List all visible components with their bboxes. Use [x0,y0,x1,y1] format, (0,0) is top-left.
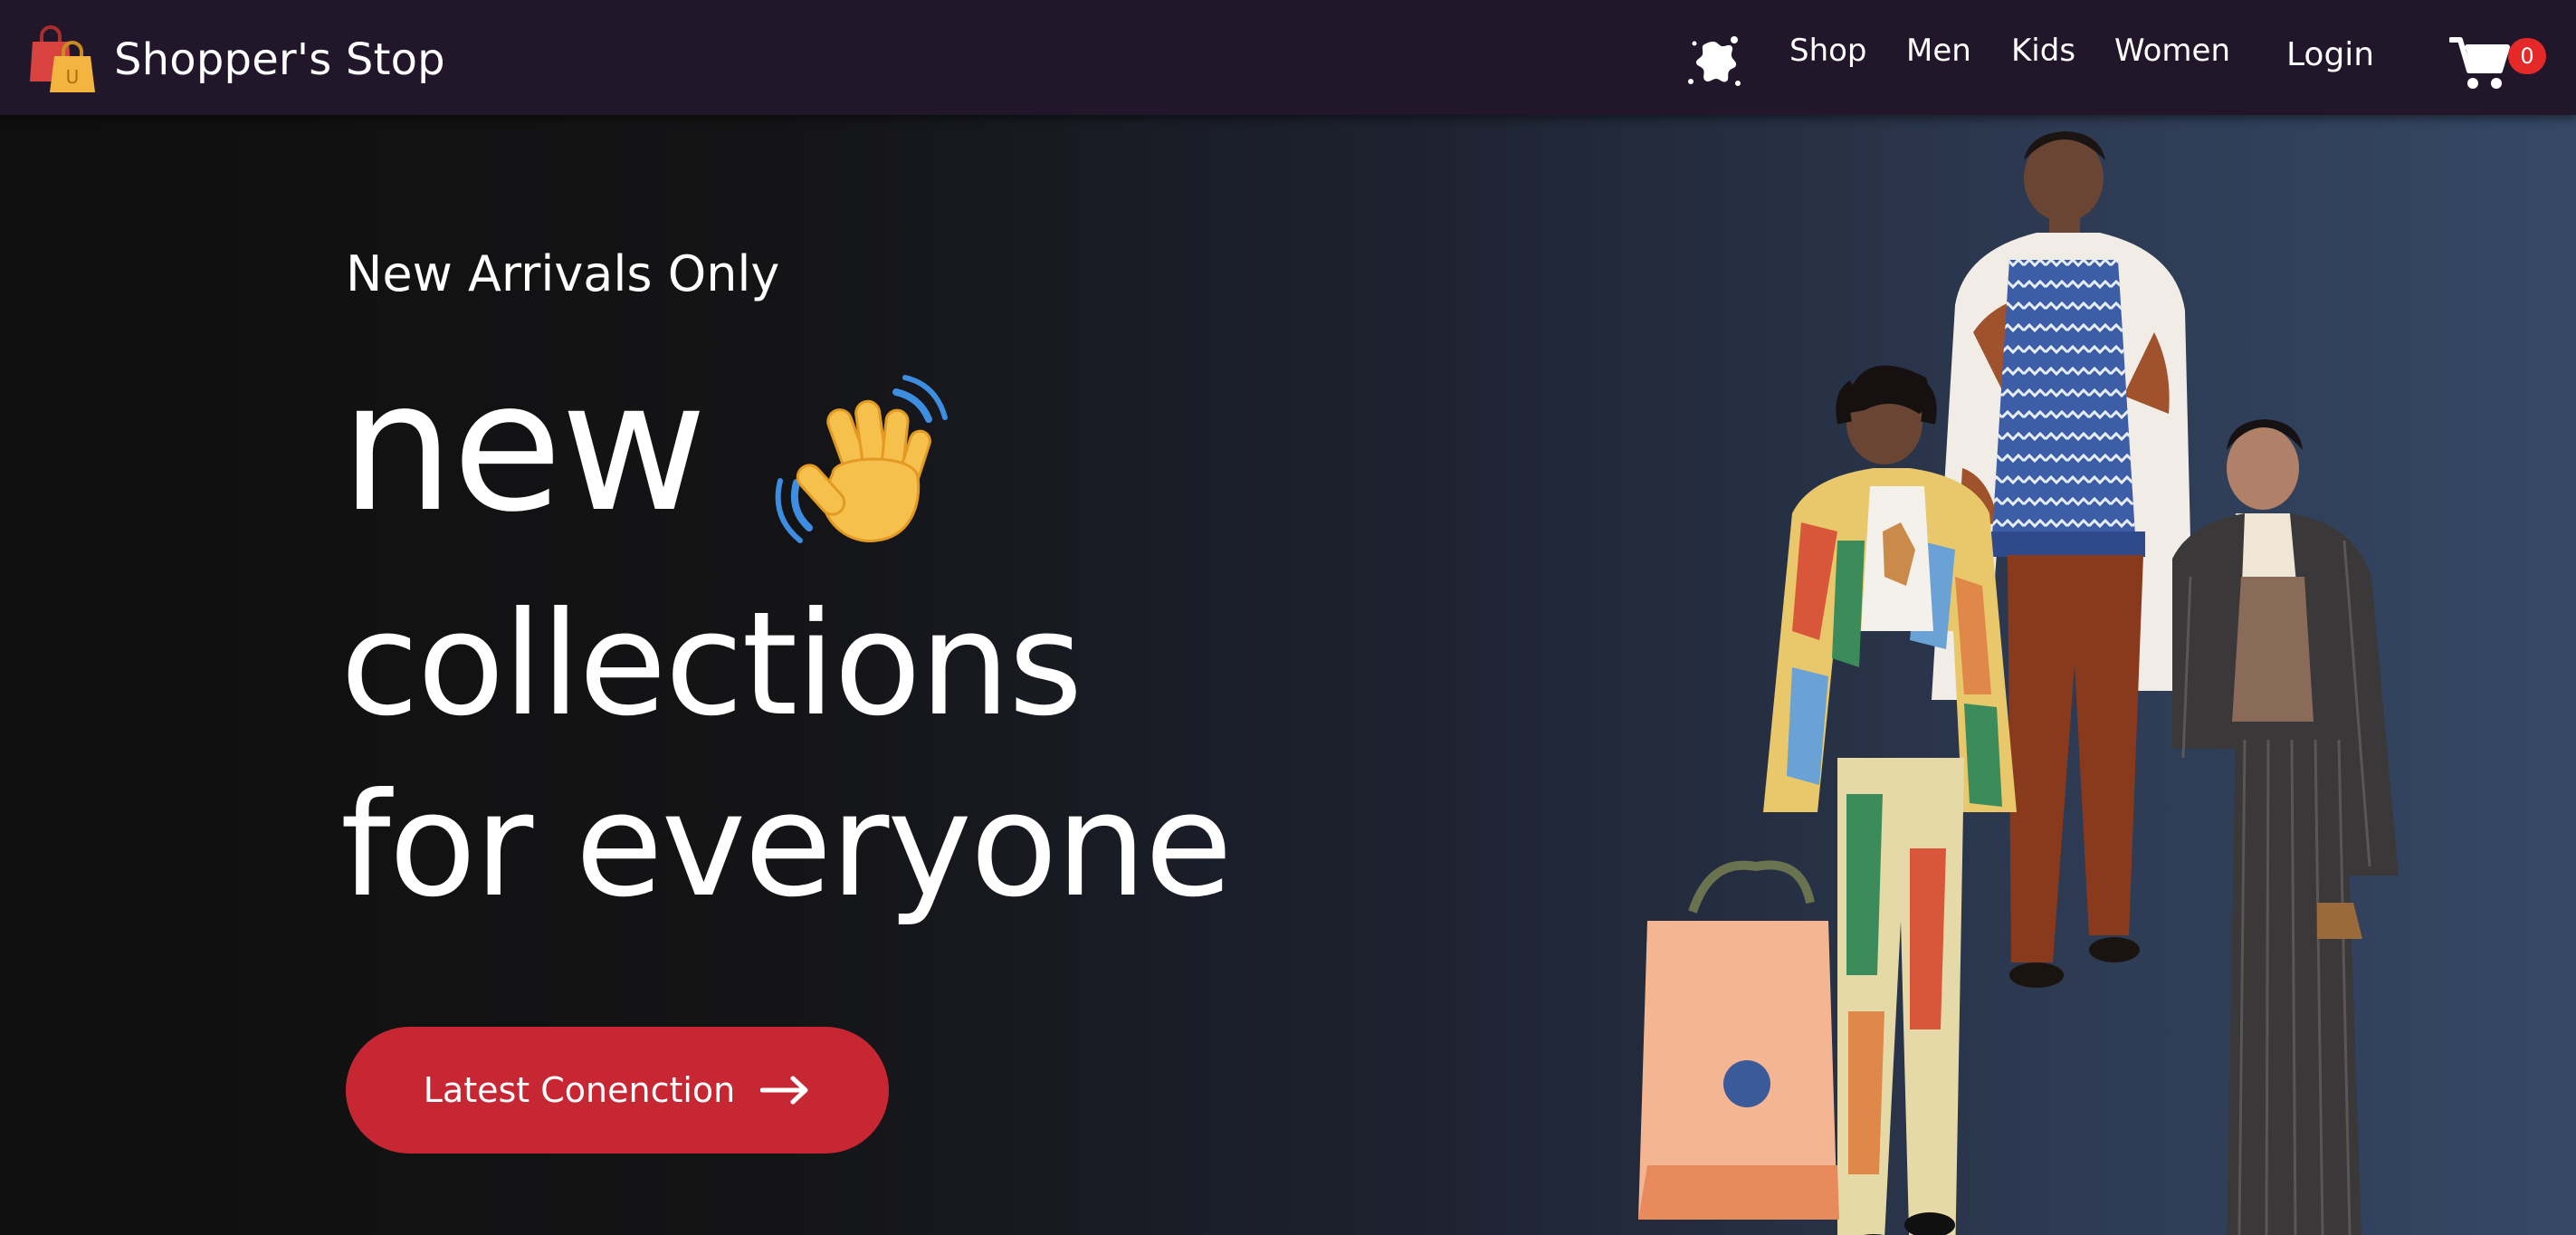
cart-icon[interactable] [2449,34,2513,92]
navbar: U Shopper's Stop Shop Men Kids Women Log… [0,0,2576,115]
hero-section: New Arrivals Only new collections for ev… [0,115,2576,1235]
fashion-models-image [1638,131,2399,1235]
shopping-bags-icon: U [30,25,95,92]
brand-name: Shopper's Stop [114,34,445,85]
login-button[interactable]: Login [2286,36,2374,73]
nav-link-kids[interactable]: Kids [2011,33,2075,69]
logo-letter: U [66,66,80,88]
hero-headline-line-1: new [340,342,707,551]
nav-link-men[interactable]: Men [1906,33,1971,69]
model-right [2172,419,2399,1235]
waving-hand-icon [775,375,948,543]
nav-link-shop[interactable]: Shop [1789,33,1867,69]
latest-collection-button[interactable]: Latest Conenction [346,1027,889,1154]
cta-label: Latest Conenction [423,1070,736,1110]
cart-count-badge: 0 [2508,38,2546,74]
hero-eyebrow: New Arrivals Only [346,245,780,302]
arrow-right-icon [760,1076,808,1105]
model-left [1638,365,2017,1235]
hero-headline-line-3: for everyone [340,762,1233,929]
hero-headline-line-2: collections [340,581,1083,748]
brand[interactable]: U Shopper's Stop [27,25,445,94]
nav-link-women[interactable]: Women [2114,33,2230,69]
theme-splash-icon[interactable] [1682,31,1745,94]
